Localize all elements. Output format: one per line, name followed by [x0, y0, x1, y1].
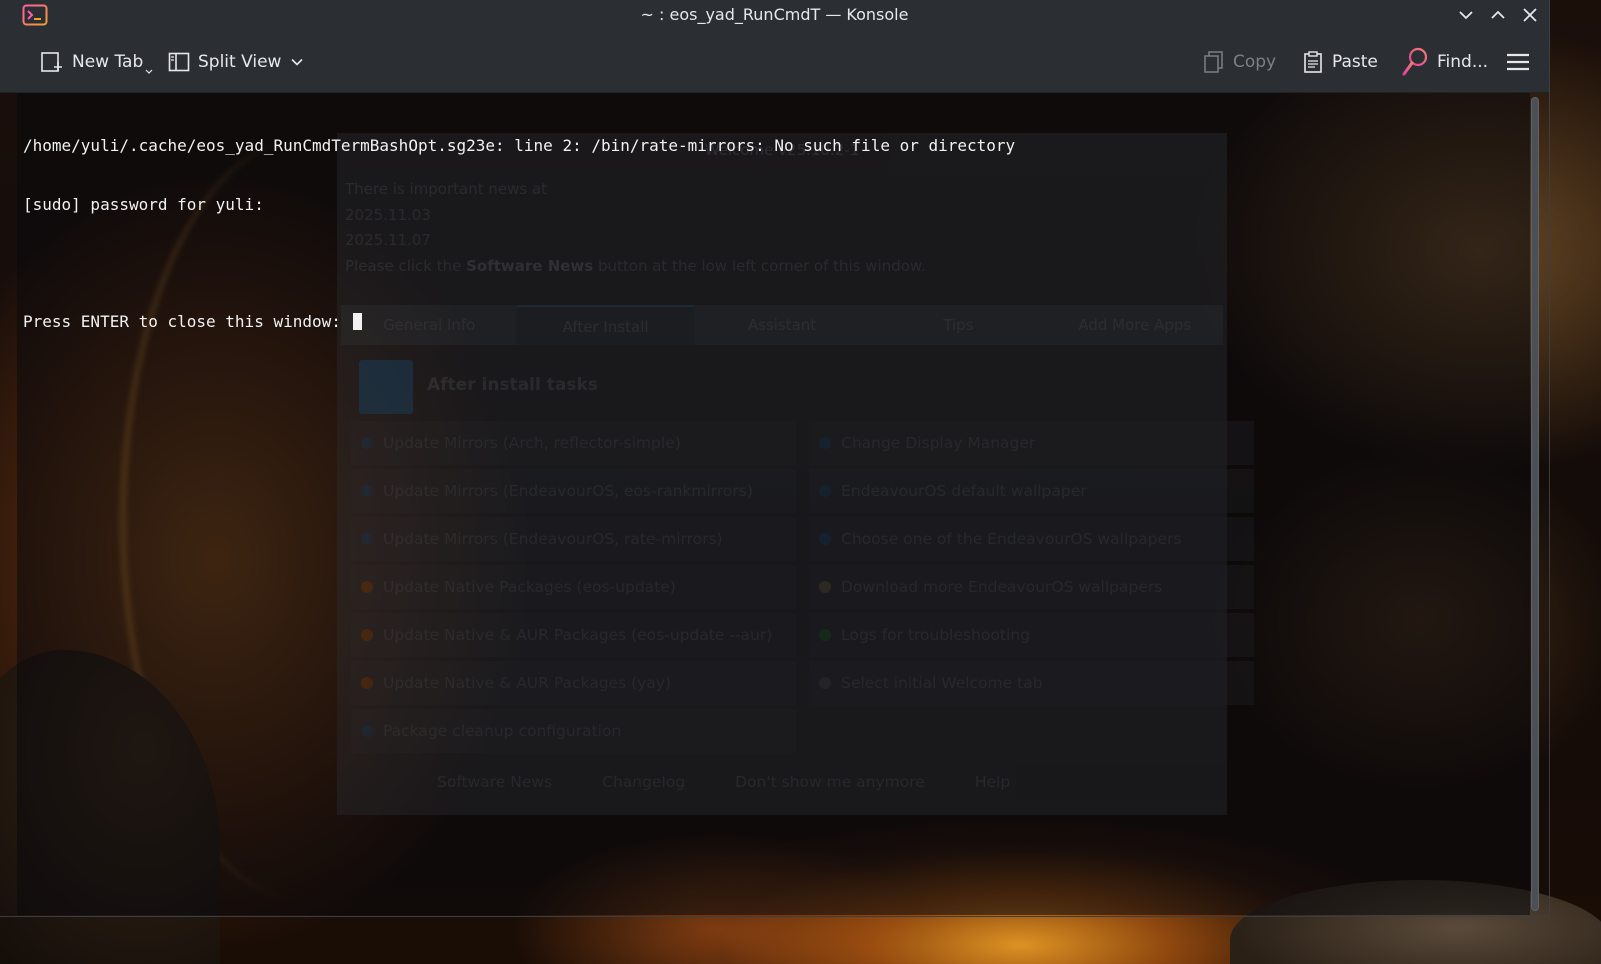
hamburger-menu-icon — [1507, 53, 1529, 71]
terminal-prompt: Press ENTER to close this window: — [23, 311, 351, 331]
footer-help: Help — [974, 773, 1011, 791]
terminal-output: /home/yuli/.cache/eos_yad_RunCmdTermBash… — [23, 97, 1015, 370]
window-title: ~ : eos_yad_RunCmdT — Konsole — [640, 5, 909, 24]
hamburger-menu-button[interactable] — [1506, 44, 1530, 80]
toolbar: New Tab Split View Copy Paste Find... — [0, 30, 1549, 93]
scrollbar-thumb[interactable] — [1531, 97, 1539, 911]
new-tab-button[interactable]: New Tab — [40, 44, 153, 80]
task-item: Update Native Packages (eos-update) — [351, 565, 796, 609]
maximize-button[interactable] — [1488, 5, 1508, 25]
dropdown-corner-icon — [145, 69, 153, 74]
minimize-button[interactable] — [1456, 5, 1476, 25]
background-heading: After install tasks — [427, 375, 598, 395]
find-button[interactable]: Find... — [1401, 44, 1488, 80]
task-item: EndeavourOS default wallpaper — [809, 469, 1254, 513]
close-button[interactable] — [1520, 5, 1540, 25]
task-item: Update Mirrors (EndeavourOS, rate-mirror… — [351, 517, 796, 561]
terminal-prompt-line: Press ENTER to close this window: — [23, 312, 1015, 332]
right-task-column: Change Display Manager EndeavourOS defau… — [809, 421, 1254, 709]
task-item: Logs for troubleshooting — [809, 613, 1254, 657]
new-tab-icon — [41, 52, 62, 72]
paste-label: Paste — [1332, 52, 1378, 72]
find-icon — [1402, 47, 1428, 76]
terminal-line: /home/yuli/.cache/eos_yad_RunCmdTermBash… — [23, 136, 1016, 155]
terminal-scrollbar[interactable] — [1530, 97, 1540, 911]
task-item: Choose one of the EndeavourOS wallpapers — [809, 517, 1254, 561]
task-item: Package cleanup configuration — [351, 709, 796, 753]
chevron-down-icon — [291, 58, 303, 66]
chevron-down-icon — [1459, 11, 1473, 20]
chevron-up-icon — [1491, 10, 1505, 19]
task-item: Select initial Welcome tab — [809, 661, 1254, 705]
left-task-column: Update Mirrors (Arch, reflector-simple) … — [351, 421, 796, 757]
footer-changelog: Changelog — [602, 773, 686, 791]
copy-button[interactable]: Copy — [1203, 44, 1276, 80]
text-cursor — [352, 312, 362, 330]
konsole-window: ~ : eos_yad_RunCmdT — Konsole New Tab Sp… — [0, 0, 1550, 917]
task-item: Update Native & AUR Packages (eos-update… — [351, 613, 796, 657]
title-bar[interactable]: ~ : eos_yad_RunCmdT — Konsole — [0, 0, 1549, 30]
close-icon — [1523, 8, 1537, 22]
split-view-dropdown[interactable] — [290, 44, 304, 80]
task-item: Update Mirrors (Arch, reflector-simple) — [351, 421, 796, 465]
task-item: Update Native & AUR Packages (yay) — [351, 661, 796, 705]
terminal-area[interactable]: Welcome v25.10.2-1 There is important ne… — [17, 93, 1530, 915]
new-tab-label: New Tab — [72, 52, 144, 72]
find-label: Find... — [1437, 52, 1489, 72]
split-view-button[interactable]: Split View — [168, 44, 281, 80]
tab-add-more-apps: Add More Apps — [1078, 316, 1192, 334]
paste-button[interactable]: Paste — [1302, 44, 1378, 80]
split-view-label: Split View — [198, 52, 282, 72]
background-footer: Software News Changelog Don't show me an… — [437, 773, 1010, 791]
task-item: Update Mirrors (EndeavourOS, eos-rankmir… — [351, 469, 796, 513]
footer-software-news: Software News — [437, 773, 553, 791]
terminal-line: [sudo] password for yuli: — [23, 194, 264, 214]
split-view-icon — [168, 52, 190, 72]
task-item: Change Display Manager — [809, 421, 1254, 465]
paste-icon — [1304, 51, 1322, 73]
footer-dont-show: Don't show me anymore — [735, 773, 925, 791]
task-item: Download more EndeavourOS wallpapers — [809, 565, 1254, 609]
copy-label: Copy — [1233, 52, 1277, 72]
copy-icon — [1204, 51, 1223, 73]
